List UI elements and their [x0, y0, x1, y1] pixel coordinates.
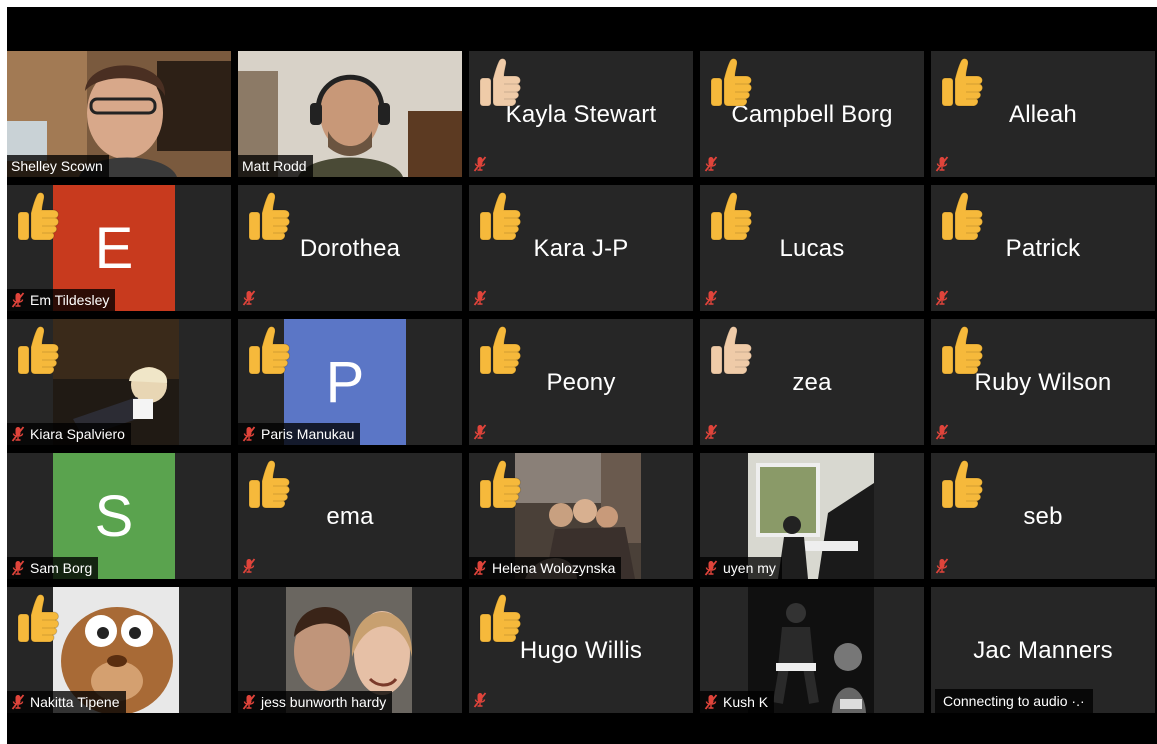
participant-name-text: Helena Wolozynska — [492, 560, 616, 576]
audio-status-label: Connecting to audio ·.· — [935, 689, 1093, 713]
participant-tile-jac-manners[interactable]: Jac Manners Connecting to audio ·.· — [931, 587, 1155, 713]
participant-name-label: Paris Manukau — [238, 423, 361, 445]
thumbs-up-icon — [939, 325, 985, 377]
muted-mic-icon — [935, 290, 949, 306]
participant-tile-sam-borg[interactable]: S Sam Borg — [7, 453, 231, 579]
muted-mic-icon — [242, 558, 256, 574]
participant-name-text: Paris Manukau — [261, 426, 355, 442]
participant-tile-ema[interactable]: ema — [238, 453, 462, 579]
muted-mic-icon — [935, 558, 949, 574]
muted-mic-icon — [704, 694, 718, 710]
muted-mic-icon — [704, 560, 718, 576]
participant-tile-kayla-stewart[interactable]: Kayla Stewart — [469, 51, 693, 177]
participant-tile-kush-k[interactable]: Kush K — [700, 587, 924, 713]
participant-name-text: Em Tildesley — [30, 292, 110, 308]
participant-name-label: Shelley Scown — [7, 155, 109, 177]
participant-tile-dorothea[interactable]: Dorothea — [238, 185, 462, 311]
participant-tile-seb[interactable]: seb — [931, 453, 1155, 579]
participant-name-label: Em Tildesley — [7, 289, 116, 311]
participant-tile-jess-bunworth-hardy[interactable]: jess bunworth hardy — [238, 587, 462, 713]
participant-tile-lucas[interactable]: Lucas — [700, 185, 924, 311]
participant-name-label: Sam Borg — [7, 557, 99, 579]
participant-name-text: Nakitta Tipene — [30, 694, 120, 710]
muted-mic-icon — [473, 156, 487, 172]
thumbs-up-icon — [708, 57, 754, 109]
participant-tile-hugo-willis[interactable]: Hugo Willis — [469, 587, 693, 713]
muted-mic-icon — [11, 426, 25, 442]
thumbs-up-icon — [477, 593, 523, 645]
muted-mic-icon — [704, 156, 718, 172]
muted-mic-icon — [242, 290, 256, 306]
participant-tile-peony[interactable]: Peony — [469, 319, 693, 445]
participant-name-text: Shelley Scown — [11, 158, 103, 174]
thumbs-up-icon — [939, 191, 985, 243]
participant-name-label: Kush K — [700, 691, 775, 713]
participant-tile-alleah[interactable]: Alleah — [931, 51, 1155, 177]
participant-tile-nakitta-tipene[interactable]: Nakitta Tipene — [7, 587, 231, 713]
thumbs-up-icon — [246, 191, 292, 243]
participant-name-label: jess bunworth hardy — [238, 691, 393, 713]
thumbs-up-icon — [708, 325, 754, 377]
participant-tile-em-tildesley[interactable]: E Em Tildesley — [7, 185, 231, 311]
participant-tile-ruby-wilson[interactable]: Ruby Wilson — [931, 319, 1155, 445]
participant-tile-kara-j-p[interactable]: Kara J-P — [469, 185, 693, 311]
participant-tile-shelley-scown[interactable]: Shelley Scown — [7, 51, 231, 177]
participant-tile-kiara-spalviero[interactable]: Kiara Spalviero — [7, 319, 231, 445]
participant-name-text: jess bunworth hardy — [261, 694, 387, 710]
participant-tile-uyen-my[interactable]: uyen my — [700, 453, 924, 579]
participant-name-text: Matt Rodd — [242, 158, 307, 174]
muted-mic-icon — [473, 692, 487, 708]
thumbs-up-icon — [15, 325, 61, 377]
thumbs-up-icon — [939, 57, 985, 109]
thumbs-up-icon — [708, 191, 754, 243]
participant-tile-helena-wolozynska[interactable]: Helena Wolozynska — [469, 453, 693, 579]
muted-mic-icon — [704, 290, 718, 306]
muted-mic-icon — [473, 560, 487, 576]
participant-name-label: Nakitta Tipene — [7, 691, 126, 713]
participant-tile-patrick[interactable]: Patrick — [931, 185, 1155, 311]
muted-mic-icon — [11, 694, 25, 710]
participant-tile-matt-rodd[interactable]: Matt Rodd — [238, 51, 462, 177]
muted-mic-icon — [11, 292, 25, 308]
participant-name-label: Matt Rodd — [238, 155, 313, 177]
muted-mic-icon — [242, 426, 256, 442]
muted-mic-icon — [242, 694, 256, 710]
thumbs-up-icon — [246, 459, 292, 511]
video-gallery: Shelley Scown Matt Rodd Kayla Stewart Campb… — [7, 7, 1157, 744]
participant-name-label: uyen my — [700, 557, 782, 579]
muted-mic-icon — [935, 424, 949, 440]
participant-name-text: Kiara Spalviero — [30, 426, 125, 442]
participant-tile-zea[interactable]: zea — [700, 319, 924, 445]
muted-mic-icon — [473, 290, 487, 306]
muted-mic-icon — [704, 424, 718, 440]
participant-tile-campbell-borg[interactable]: Campbell Borg — [700, 51, 924, 177]
participant-display-name: Jac Manners — [973, 637, 1113, 664]
thumbs-up-icon — [477, 57, 523, 109]
thumbs-up-icon — [15, 191, 61, 243]
muted-mic-icon — [473, 424, 487, 440]
thumbs-up-icon — [477, 191, 523, 243]
muted-mic-icon — [935, 156, 949, 172]
participant-name-label: Kiara Spalviero — [7, 423, 131, 445]
thumbs-up-icon — [477, 459, 523, 511]
participant-name-text: Kush K — [723, 694, 769, 710]
thumbs-up-icon — [15, 593, 61, 645]
thumbs-up-icon — [939, 459, 985, 511]
participant-name-text: Sam Borg — [30, 560, 93, 576]
thumbs-up-icon — [246, 325, 292, 377]
participant-name-label: Helena Wolozynska — [469, 557, 622, 579]
muted-mic-icon — [11, 560, 25, 576]
participant-name-text: uyen my — [723, 560, 776, 576]
participant-tile-paris-manukau[interactable]: P Paris Manukau — [238, 319, 462, 445]
thumbs-up-icon — [477, 325, 523, 377]
